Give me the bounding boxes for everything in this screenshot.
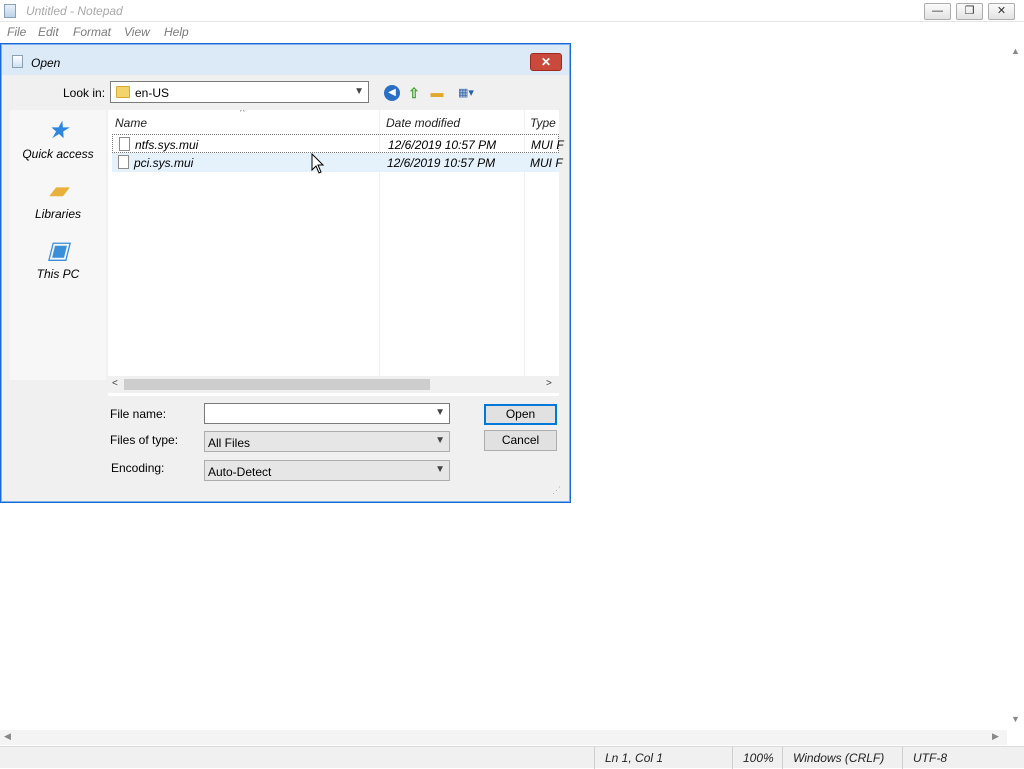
menu-view[interactable]: View	[124, 25, 150, 39]
menu-format[interactable]: Format	[73, 25, 111, 39]
minimize-button[interactable]: —	[924, 3, 951, 20]
scroll-left-arrow-icon[interactable]: ◀	[4, 731, 11, 742]
maximize-button[interactable]: ❐	[956, 3, 983, 20]
menu-help[interactable]: Help	[164, 25, 189, 39]
sort-arrow-icon: ^	[240, 110, 245, 118]
place-quick-access[interactable]: ★ Quick access	[10, 117, 106, 162]
folder-icon	[116, 86, 130, 98]
mouse-cursor-icon	[311, 153, 325, 174]
menu-edit[interactable]: Edit	[38, 25, 59, 39]
file-row[interactable]: pci.sys.mui 12/6/2019 10:57 PM MUI F	[112, 153, 563, 172]
file-name: pci.sys.mui	[134, 156, 194, 170]
file-name: ntfs.sys.mui	[135, 138, 199, 152]
places-bar: ★ Quick access ▰ Libraries ▣ This PC	[10, 110, 106, 380]
file-type: MUI F	[531, 138, 564, 152]
dialog-close-button[interactable]: ✕	[530, 53, 562, 71]
scroll-right-arrow-icon[interactable]: >	[546, 378, 552, 389]
resize-grip-icon[interactable]: ⋰	[552, 485, 561, 496]
encoding-label: Encoding:	[111, 461, 165, 475]
chevron-down-icon[interactable]: ▼	[435, 464, 445, 475]
up-folder-icon[interactable]: ⇧	[406, 85, 422, 101]
scroll-down-arrow-icon[interactable]: ▼	[1011, 714, 1020, 724]
place-label: Libraries	[34, 207, 82, 221]
back-icon[interactable]: ◀	[384, 85, 400, 101]
scrollbar-thumb[interactable]	[124, 379, 430, 390]
menu-bar: File Edit Format View Help	[0, 23, 1024, 42]
status-cursor-position: Ln 1, Col 1	[594, 747, 732, 769]
close-button[interactable]: ✕	[988, 3, 1015, 20]
column-header-date[interactable]: Date modified	[386, 116, 460, 130]
file-type: MUI F	[530, 156, 563, 170]
computer-icon: ▣	[46, 237, 70, 264]
status-zoom: 100%	[732, 747, 782, 769]
file-icon	[119, 137, 130, 151]
encoding-value: Auto-Detect	[208, 465, 272, 479]
view-menu-icon[interactable]: ▦▾	[453, 85, 479, 101]
chevron-down-icon[interactable]: ▼	[435, 435, 445, 446]
window-title: Untitled - Notepad	[26, 4, 123, 18]
new-folder-icon[interactable]: ▬	[429, 85, 445, 101]
look-in-value: en-US	[135, 86, 170, 100]
status-encoding: UTF-8	[902, 747, 1024, 769]
chevron-down-icon[interactable]: ▼	[354, 86, 364, 97]
status-bar: Ln 1, Col 1 100% Windows (CRLF) UTF-8	[0, 746, 1024, 769]
dialog-title: Open	[31, 56, 61, 70]
encoding-dropdown[interactable]: Auto-Detect ▼	[204, 460, 450, 481]
place-this-pc[interactable]: ▣ This PC	[10, 237, 106, 282]
horizontal-scrollbar[interactable]: ◀ ▶	[0, 730, 1007, 745]
open-button[interactable]: Open	[484, 404, 557, 425]
dialog-app-icon	[12, 55, 23, 68]
star-icon: ★	[47, 117, 69, 144]
file-date: 12/6/2019 10:57 PM	[387, 156, 496, 170]
notepad-title-bar: Untitled - Notepad — ❐ ✕	[0, 0, 1024, 22]
open-dialog: Open ✕ Look in: en-US ▼ ◀ ⇧ ▬ ▦▾ ★ Quick…	[0, 43, 571, 503]
chevron-down-icon[interactable]: ▼	[435, 407, 445, 418]
scroll-up-arrow-icon[interactable]: ▲	[1011, 46, 1020, 56]
dialog-title-bar: Open ✕	[2, 45, 569, 75]
place-label: Quick access	[22, 147, 94, 161]
column-header-type[interactable]: Type	[530, 116, 556, 130]
menu-file[interactable]: File	[7, 25, 26, 39]
look-in-label: Look in:	[63, 86, 106, 100]
libraries-icon: ▰	[48, 177, 68, 204]
file-date: 12/6/2019 10:57 PM	[388, 138, 497, 152]
scroll-left-arrow-icon[interactable]: <	[112, 378, 118, 389]
status-line-ending: Windows (CRLF)	[782, 747, 902, 769]
files-of-type-label: Files of type:	[110, 433, 179, 447]
files-of-type-dropdown[interactable]: All Files ▼	[204, 431, 450, 452]
column-header-name[interactable]: Name	[115, 116, 147, 130]
file-name-label: File name:	[110, 407, 167, 421]
file-name-input[interactable]: ▼	[204, 403, 450, 424]
scroll-right-arrow-icon[interactable]: ▶	[992, 731, 999, 742]
file-row[interactable]: ntfs.sys.mui 12/6/2019 10:57 PM MUI F	[112, 134, 564, 153]
file-list-scrollbar[interactable]: < >	[108, 376, 559, 393]
notepad-app-icon	[4, 4, 16, 18]
vertical-scrollbar[interactable]: ▲ ▼	[1007, 44, 1024, 730]
cancel-button[interactable]: Cancel	[484, 430, 557, 451]
files-of-type-value: All Files	[208, 436, 251, 450]
place-libraries[interactable]: ▰ Libraries	[10, 177, 106, 222]
place-label: This PC	[36, 267, 80, 281]
look-in-dropdown[interactable]: en-US ▼	[110, 81, 369, 103]
file-icon	[118, 155, 129, 169]
